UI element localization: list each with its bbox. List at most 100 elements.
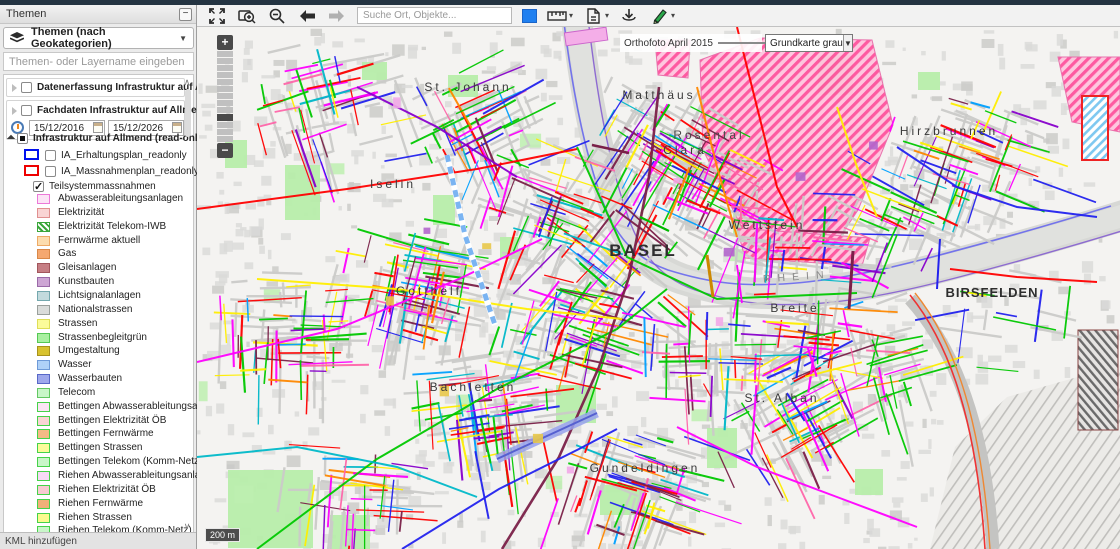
legend-swatch (37, 374, 50, 384)
legend-label: Fernwärme aktuell (58, 235, 140, 246)
draw-rectangle-icon[interactable] (522, 9, 537, 23)
legend-swatch (37, 277, 50, 287)
layer-label: IA_Erhaltungsplan_readonly (61, 150, 187, 164)
legend-label: Umgestaltung (58, 345, 120, 356)
legend-label: Bettingen Fernwärme (58, 428, 154, 439)
sidebar-collapse-button[interactable]: − (179, 8, 192, 21)
scale-bar: 200 m (205, 528, 240, 542)
back-arrow-icon[interactable] (297, 7, 317, 25)
district-label: Rosental (673, 128, 744, 142)
district-label: St. Johann (424, 80, 511, 94)
zoom-level-tick[interactable] (217, 79, 233, 85)
massnahmenplan-checkbox[interactable] (45, 166, 56, 177)
scrollbar-thumb[interactable] (185, 89, 191, 137)
legend-swatch (37, 291, 50, 301)
basemap-select[interactable]: Grundkarte grau ▼ (765, 34, 853, 52)
legend-swatch (37, 249, 50, 259)
district-label: Hirzbrunnen (900, 124, 998, 138)
group-label: Infrastruktur auf Allmend (read-only) (33, 133, 207, 147)
download-icon[interactable] (619, 7, 639, 25)
scroll-up-icon[interactable]: ∧ (182, 77, 192, 88)
legend-swatch (37, 346, 50, 356)
legend-swatch (37, 305, 50, 315)
zoom-level-tick[interactable] (217, 129, 233, 135)
legend-label: Gleisanlagen (58, 262, 116, 273)
zoom-extent-icon[interactable] (207, 7, 227, 25)
measure-ruler-icon[interactable] (547, 7, 567, 25)
map-canvas[interactable]: St. JohannMatthäusRosentalClaraHirzbrunn… (197, 27, 1120, 549)
basemap-selected-value: Grundkarte grau (766, 38, 843, 49)
erhaltungsplan-checkbox[interactable] (45, 150, 56, 161)
legend-label: Strassenbegleitgrün (58, 332, 147, 343)
legend-label: Riehen Abwasserableitungsanlagen (58, 470, 217, 481)
chevron-down-icon[interactable]: ▾ (671, 11, 675, 20)
zoom-level-track[interactable] (217, 51, 233, 142)
legend-label: Nationalstrassen (58, 304, 132, 315)
legend-swatch (37, 319, 50, 329)
legend-swatch (37, 513, 50, 523)
zoom-out-button[interactable]: − (217, 143, 233, 158)
legend-label: Abwasserableitungsanlagen (58, 193, 183, 204)
zoom-in-button[interactable]: + (217, 35, 233, 50)
calendar-icon[interactable] (93, 122, 103, 133)
zoom-level-tick[interactable] (217, 86, 233, 92)
chevron-down-icon[interactable]: ▾ (605, 11, 609, 20)
layer-tree-panel: Datenerfassung Infrastruktur auf Allmend… (3, 74, 194, 535)
forward-arrow-icon[interactable] (327, 7, 347, 25)
layer-label: IA_Massnahmenplan_readonly (61, 166, 199, 180)
chevron-down-icon: ▼ (179, 34, 187, 43)
district-label: Matthäus (622, 88, 695, 102)
zoom-level-tick[interactable] (217, 58, 233, 64)
edit-pencil-icon[interactable] (649, 7, 669, 25)
zoom-window-icon[interactable] (237, 7, 257, 25)
themes-geocategories-button[interactable]: Themen (nach Geokategorien) ▼ (3, 27, 194, 49)
fachdaten-checkbox[interactable] (21, 105, 32, 116)
legend-label: Wasser (58, 359, 92, 370)
legend-swatch (37, 263, 50, 273)
scroll-down-icon[interactable]: ∨ (182, 521, 192, 532)
readonly-group-checkbox[interactable] (17, 133, 28, 144)
report-file-icon[interactable] (583, 7, 603, 25)
legend-swatch (37, 222, 50, 232)
legend-swatch (37, 360, 50, 370)
zoom-level-tick[interactable] (217, 51, 233, 57)
legend-label: Riehen Fernwärme (58, 498, 143, 509)
district-label: Bachletten (430, 380, 517, 394)
legend-swatch (37, 402, 50, 412)
search-input[interactable] (357, 7, 512, 24)
legend-label: Kunstbauten (58, 276, 114, 287)
zoom-level-tick[interactable] (217, 72, 233, 78)
zoom-level-tick[interactable] (217, 65, 233, 71)
zoom-out-icon[interactable] (267, 7, 287, 25)
teilsystem-checkbox[interactable] (33, 181, 44, 192)
kml-add-button[interactable]: KML hinzufügen (0, 532, 196, 549)
zoom-level-tick[interactable] (217, 122, 233, 128)
layers-icon (10, 32, 24, 44)
map-viewport[interactable]: St. JohannMatthäusRosentalClaraHirzbrunn… (197, 27, 1120, 549)
layer-filter-input[interactable] (3, 52, 194, 71)
legend-swatch (37, 208, 50, 218)
themes-sidebar: Themen − Themen (nach Geokategorien) ▼ D… (0, 5, 197, 549)
legend-label: Elektrizität (58, 207, 104, 218)
orthofoto-label: Orthofoto April 2015 (624, 38, 713, 49)
select-arrow-icon[interactable]: ▼ (843, 35, 852, 51)
expander-icon[interactable] (12, 84, 17, 92)
legend-swatch (37, 388, 50, 398)
zoom-level-tick[interactable] (217, 107, 233, 113)
legend-label: Telecom (58, 387, 95, 398)
district-label: Gotthelf (396, 284, 462, 298)
chevron-down-icon[interactable]: ▾ (569, 11, 573, 20)
datenerfassung-checkbox[interactable] (21, 82, 32, 93)
calendar-icon[interactable] (172, 122, 182, 133)
zoom-level-tick[interactable] (217, 100, 233, 106)
district-label: Breite (770, 301, 819, 315)
zoom-level-tick[interactable] (217, 136, 233, 142)
legend-label: Gas (58, 248, 76, 259)
legend-swatch (37, 333, 50, 343)
legend-swatch (37, 485, 50, 495)
legend-label: Bettingen Elektrizität ÖB (58, 415, 166, 426)
zoom-level-handle[interactable] (217, 114, 233, 121)
expander-icon[interactable] (12, 107, 17, 115)
zoom-level-tick[interactable] (217, 93, 233, 99)
erhaltungsplan-color-rect (24, 149, 39, 160)
